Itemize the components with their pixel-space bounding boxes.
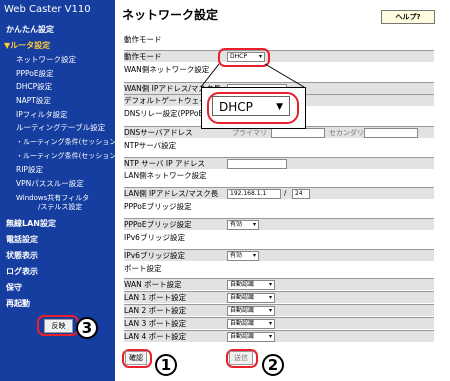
chevron-down-icon: ▼ xyxy=(276,102,283,112)
lan-ip-label: LAN側 IPアドレス/マスク長 xyxy=(124,189,219,198)
row-pppoe-bridge: PPPoEブリッジ設定 有効 xyxy=(124,218,434,230)
row-lan1-port: LAN 1 ポート設定 自動認識 xyxy=(124,291,434,303)
lan1-port-label: LAN 1 ポート設定 xyxy=(124,293,187,302)
lan-ip-input[interactable]: 192.168.1.1 xyxy=(227,189,281,199)
help-button[interactable]: ヘルプ? xyxy=(381,10,435,24)
row-lan3-port: LAN 3 ポート設定 自動認識 xyxy=(124,317,434,329)
send-button[interactable]: 送信 xyxy=(229,351,253,365)
confirm-button[interactable]: 確認 xyxy=(125,351,147,365)
annotation-2: 2 xyxy=(262,354,284,376)
nav-routing-session1[interactable]: ・ルーティング条件(セッション1) xyxy=(16,137,131,147)
section-ntp: NTPサーバ設定 xyxy=(124,141,177,150)
section-ipv6-bridge: IPv6ブリッジ設定 xyxy=(124,233,185,242)
reflect-button[interactable]: 反映 xyxy=(44,319,73,333)
lan3-port-select[interactable]: 自動認識 xyxy=(227,319,275,329)
nav-maintenance[interactable]: 保守 xyxy=(6,282,121,293)
nav-pppoe-settings[interactable]: PPPoE設定 xyxy=(16,68,131,79)
zoomed-mode-value: DHCP xyxy=(219,100,253,114)
row-lan4-port: LAN 4 ポート設定 自動認識 xyxy=(124,330,434,342)
nav-status[interactable]: 状態表示 xyxy=(6,250,121,261)
row-mode: 動作モード DHCP xyxy=(124,50,434,62)
dns-secondary-label: セカンダリ xyxy=(329,129,364,137)
annotation-3: 3 xyxy=(76,317,98,339)
dns-primary-label: プライマリ xyxy=(232,129,267,137)
nav-wireless-lan[interactable]: 無線LAN設定 xyxy=(6,218,121,229)
lan1-port-select[interactable]: 自動認識 xyxy=(227,293,275,303)
row-ipv6-bridge: IPv6ブリッジ設定 有効 xyxy=(124,249,434,261)
nav-easy-setup[interactable]: かんたん設定 xyxy=(6,24,121,35)
mode-label: 動作モード xyxy=(124,52,162,61)
row-lan-ip: LAN側 IPアドレス/マスク長 192.168.1.1 / 24 xyxy=(124,187,434,199)
lan4-port-label: LAN 4 ポート設定 xyxy=(124,332,187,341)
product-title: Web Caster V110 xyxy=(4,4,91,15)
section-dns: DNSリレー設定(PPPoE) xyxy=(124,109,207,118)
section-lan: LAN側ネットワーク設定 xyxy=(124,171,207,180)
mode-highlight xyxy=(218,48,270,67)
nav-router-settings[interactable]: ▼ルータ設定 xyxy=(4,40,119,51)
nav-ip-filter[interactable]: IPフィルタ設定 xyxy=(16,109,131,120)
section-wan: WAN側ネットワーク設定 xyxy=(124,65,210,74)
nav-napt-settings[interactable]: NAPT設定 xyxy=(16,95,131,106)
wan-port-select[interactable]: 自動認識 xyxy=(227,280,275,290)
section-mode: 動作モード xyxy=(124,35,162,44)
page-title: ネットワーク設定 xyxy=(122,8,219,22)
pppoe-bridge-select[interactable]: 有効 xyxy=(227,220,259,230)
nav-phone-settings[interactable]: 電話設定 xyxy=(6,234,121,245)
ntp-label: NTP サーバ IP アドレス xyxy=(124,159,206,168)
row-wan-port: WAN ポート設定 自動認識 xyxy=(124,278,434,290)
lan3-port-label: LAN 3 ポート設定 xyxy=(124,319,187,328)
ipv6-bridge-label: IPv6ブリッジ設定 xyxy=(124,251,185,260)
nav-network-settings[interactable]: ネットワーク設定 xyxy=(16,54,131,65)
lan-slash: / xyxy=(284,189,287,197)
lan2-port-select[interactable]: 自動認識 xyxy=(227,306,275,316)
nav-rip-settings[interactable]: RIP設定 xyxy=(16,164,131,175)
sidebar: Web Caster V110 かんたん設定 ▼ルータ設定 ネットワーク設定 P… xyxy=(0,0,124,381)
zoomed-mode-select-callout: DHCP ▼ xyxy=(201,87,306,129)
dns-secondary-input[interactable] xyxy=(364,128,418,138)
wan-port-label: WAN ポート設定 xyxy=(124,280,182,289)
ntp-input[interactable] xyxy=(227,159,287,169)
lan-mask-input[interactable]: 24 xyxy=(292,189,310,199)
nav-log[interactable]: ログ表示 xyxy=(6,266,121,277)
nav-reboot[interactable]: 再起動 xyxy=(6,298,121,309)
pppoe-bridge-label: PPPoEブリッジ設定 xyxy=(124,220,192,229)
nav-vpn-passthrough[interactable]: VPNパススルー設定 xyxy=(16,178,131,189)
dns-primary-input[interactable] xyxy=(271,128,325,138)
main-panel: ネットワーク設定 ヘルプ? 動作モード 動作モード DHCP WAN側ネットワー… xyxy=(115,0,450,381)
annotation-1: 1 xyxy=(155,354,177,376)
row-lan2-port: LAN 2 ポート設定 自動認識 xyxy=(124,304,434,316)
lan2-port-label: LAN 2 ポート設定 xyxy=(124,306,187,315)
zoomed-mode-select[interactable]: DHCP ▼ xyxy=(212,96,290,116)
ipv6-bridge-select[interactable]: 有効 xyxy=(227,251,259,261)
section-pppoe-bridge: PPPoEブリッジ設定 xyxy=(124,202,192,211)
lan4-port-select[interactable]: 自動認識 xyxy=(227,332,275,342)
section-port: ポート設定 xyxy=(124,264,162,273)
nav-dhcp-settings[interactable]: DHCP設定 xyxy=(16,81,131,92)
nav-routing-session2[interactable]: ・ルーティング条件(セッション2) xyxy=(16,151,131,161)
nav-routing-table[interactable]: ルーティングテーブル設定 xyxy=(16,122,131,133)
row-ntp: NTP サーバ IP アドレス xyxy=(124,157,434,169)
